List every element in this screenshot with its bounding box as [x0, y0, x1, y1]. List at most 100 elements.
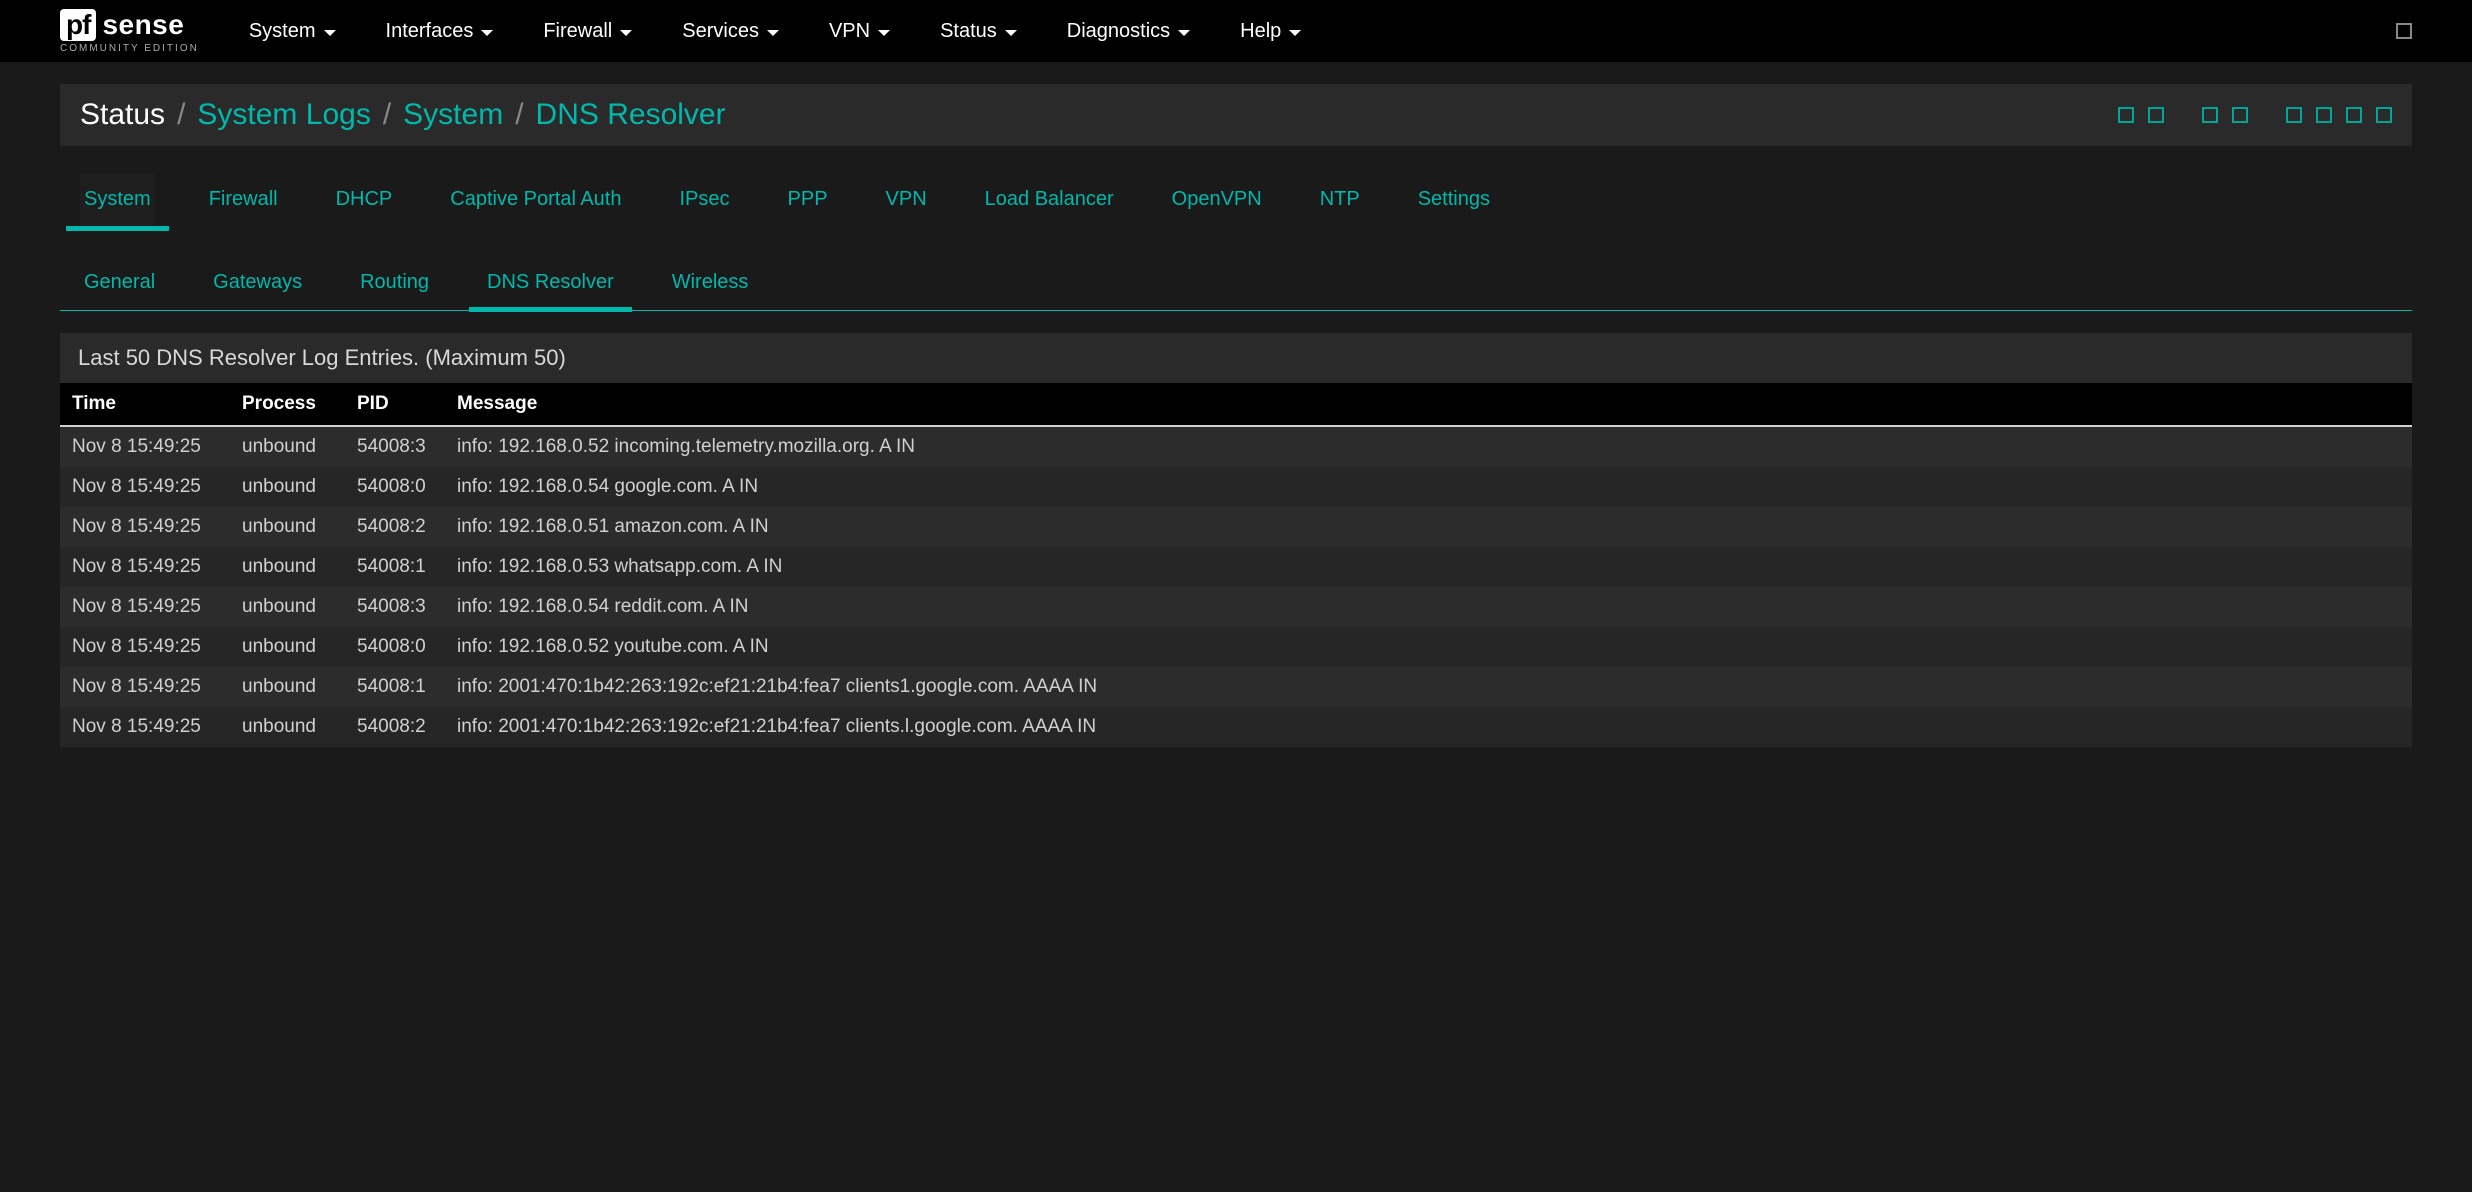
cell-message: info: 192.168.0.54 reddit.com. A IN — [445, 587, 2412, 627]
nav-item-help[interactable]: Help — [1240, 20, 1301, 43]
topnav-items: System Interfaces Firewall Services VPN Statu… — [249, 20, 2396, 43]
tab-general[interactable]: General — [80, 257, 159, 310]
nav-item-label: Help — [1240, 20, 1281, 43]
toolbar-icon[interactable] — [2316, 107, 2332, 123]
tab-load-balancer[interactable]: Load Balancer — [981, 174, 1118, 229]
toolbar-icon[interactable] — [2346, 107, 2362, 123]
breadcrumb-segment: Status — [80, 98, 165, 132]
nav-item-label: Status — [940, 20, 997, 43]
tab-ntp[interactable]: NTP — [1316, 174, 1364, 229]
nav-item-label: Services — [682, 20, 759, 43]
breadcrumb-segment[interactable]: System Logs — [197, 98, 370, 132]
cell-time: Nov 8 15:49:25 — [60, 507, 230, 547]
nav-item-diagnostics[interactable]: Diagnostics — [1067, 20, 1190, 43]
tab-gateways[interactable]: Gateways — [209, 257, 306, 310]
tab-routing[interactable]: Routing — [356, 257, 433, 310]
tab-dns-resolver[interactable]: DNS Resolver — [483, 257, 618, 310]
cell-message: info: 192.168.0.51 amazon.com. A IN — [445, 507, 2412, 547]
cell-pid: 54008:3 — [345, 587, 445, 627]
breadcrumb-separator: / — [383, 98, 391, 132]
chevron-down-icon — [878, 30, 890, 36]
tab-dhcp[interactable]: DHCP — [332, 174, 397, 229]
tab-system[interactable]: System — [80, 174, 155, 229]
cell-message: info: 2001:470:1b42:263:192c:ef21:21b4:f… — [445, 707, 2412, 747]
tab-firewall[interactable]: Firewall — [205, 174, 282, 229]
brand-subtitle: COMMUNITY EDITION — [60, 43, 199, 54]
cell-message: info: 2001:470:1b42:263:192c:ef21:21b4:f… — [445, 667, 2412, 707]
cell-pid: 54008:3 — [345, 426, 445, 467]
nav-item-label: System — [249, 20, 316, 43]
nav-item-label: Interfaces — [386, 20, 474, 43]
primary-tabs: System Firewall DHCP Captive Portal Auth IPs… — [60, 174, 2412, 229]
toolbar-icon[interactable] — [2148, 107, 2164, 123]
log-panel: Last 50 DNS Resolver Log Entries. (Maxim… — [60, 333, 2412, 747]
toolbar-icon[interactable] — [2202, 107, 2218, 123]
table-row: Nov 8 15:49:25unbound54008:0info: 192.16… — [60, 627, 2412, 667]
nav-item-system[interactable]: System — [249, 20, 336, 43]
cell-process: unbound — [230, 547, 345, 587]
table-row: Nov 8 15:49:25unbound54008:1info: 192.16… — [60, 547, 2412, 587]
nav-item-label: Diagnostics — [1067, 20, 1170, 43]
table-row: Nov 8 15:49:25unbound54008:0info: 192.16… — [60, 467, 2412, 507]
cell-time: Nov 8 15:49:25 — [60, 426, 230, 467]
tab-vpn[interactable]: VPN — [882, 174, 931, 229]
tab-openvpn[interactable]: OpenVPN — [1168, 174, 1266, 229]
toolbar-icon[interactable] — [2118, 107, 2134, 123]
chevron-down-icon — [1005, 30, 1017, 36]
cell-pid: 54008:2 — [345, 707, 445, 747]
tab-settings[interactable]: Settings — [1414, 174, 1494, 229]
tab-ipsec[interactable]: IPsec — [675, 174, 733, 229]
breadcrumb-separator: / — [515, 98, 523, 132]
toolbar-icon[interactable] — [2286, 107, 2302, 123]
placeholder-icon[interactable] — [2396, 23, 2412, 39]
column-header-pid[interactable]: PID — [345, 383, 445, 426]
cell-process: unbound — [230, 507, 345, 547]
cell-pid: 54008:0 — [345, 627, 445, 667]
tab-ppp[interactable]: PPP — [784, 174, 832, 229]
cell-process: unbound — [230, 467, 345, 507]
cell-process: unbound — [230, 627, 345, 667]
cell-time: Nov 8 15:49:25 — [60, 587, 230, 627]
log-table: Time Process PID Message Nov 8 15:49:25u… — [60, 383, 2412, 747]
breadcrumb: Status / System Logs / System / DNS Resolver — [60, 84, 2412, 146]
breadcrumb-segments: Status / System Logs / System / DNS Resolver — [80, 98, 726, 132]
cell-message: info: 192.168.0.54 google.com. A IN — [445, 467, 2412, 507]
cell-time: Nov 8 15:49:25 — [60, 667, 230, 707]
brand-logo[interactable]: pf sense COMMUNITY EDITION — [60, 9, 199, 54]
breadcrumb-toolbar — [2118, 107, 2392, 123]
cell-time: Nov 8 15:49:25 — [60, 707, 230, 747]
cell-pid: 54008:2 — [345, 507, 445, 547]
nav-item-label: VPN — [829, 20, 870, 43]
table-row: Nov 8 15:49:25unbound54008:3info: 192.16… — [60, 587, 2412, 627]
nav-item-status[interactable]: Status — [940, 20, 1017, 43]
chevron-down-icon — [481, 30, 493, 36]
toolbar-icon[interactable] — [2376, 107, 2392, 123]
nav-item-firewall[interactable]: Firewall — [543, 20, 632, 43]
brand-pf: pf — [60, 9, 96, 41]
breadcrumb-separator: / — [177, 98, 185, 132]
cell-process: unbound — [230, 426, 345, 467]
nav-item-interfaces[interactable]: Interfaces — [386, 20, 494, 43]
column-header-message[interactable]: Message — [445, 383, 2412, 426]
tab-wireless[interactable]: Wireless — [668, 257, 753, 310]
column-header-time[interactable]: Time — [60, 383, 230, 426]
secondary-tabs: General Gateways Routing DNS Resolver Wirele… — [60, 257, 2412, 310]
cell-pid: 54008:1 — [345, 667, 445, 707]
chevron-down-icon — [324, 30, 336, 36]
cell-time: Nov 8 15:49:25 — [60, 467, 230, 507]
nav-item-services[interactable]: Services — [682, 20, 779, 43]
breadcrumb-segment[interactable]: DNS Resolver — [536, 98, 726, 132]
column-header-process[interactable]: Process — [230, 383, 345, 426]
tab-captive-portal-auth[interactable]: Captive Portal Auth — [446, 174, 625, 229]
cell-process: unbound — [230, 667, 345, 707]
table-header-row: Time Process PID Message — [60, 383, 2412, 426]
chevron-down-icon — [1178, 30, 1190, 36]
panel-title: Last 50 DNS Resolver Log Entries. (Maxim… — [60, 333, 2412, 383]
cell-process: unbound — [230, 587, 345, 627]
toolbar-icon[interactable] — [2232, 107, 2248, 123]
cell-time: Nov 8 15:49:25 — [60, 547, 230, 587]
nav-item-vpn[interactable]: VPN — [829, 20, 890, 43]
breadcrumb-segment[interactable]: System — [403, 98, 503, 132]
top-navbar: pf sense COMMUNITY EDITION System Interfa… — [0, 0, 2472, 62]
cell-time: Nov 8 15:49:25 — [60, 627, 230, 667]
